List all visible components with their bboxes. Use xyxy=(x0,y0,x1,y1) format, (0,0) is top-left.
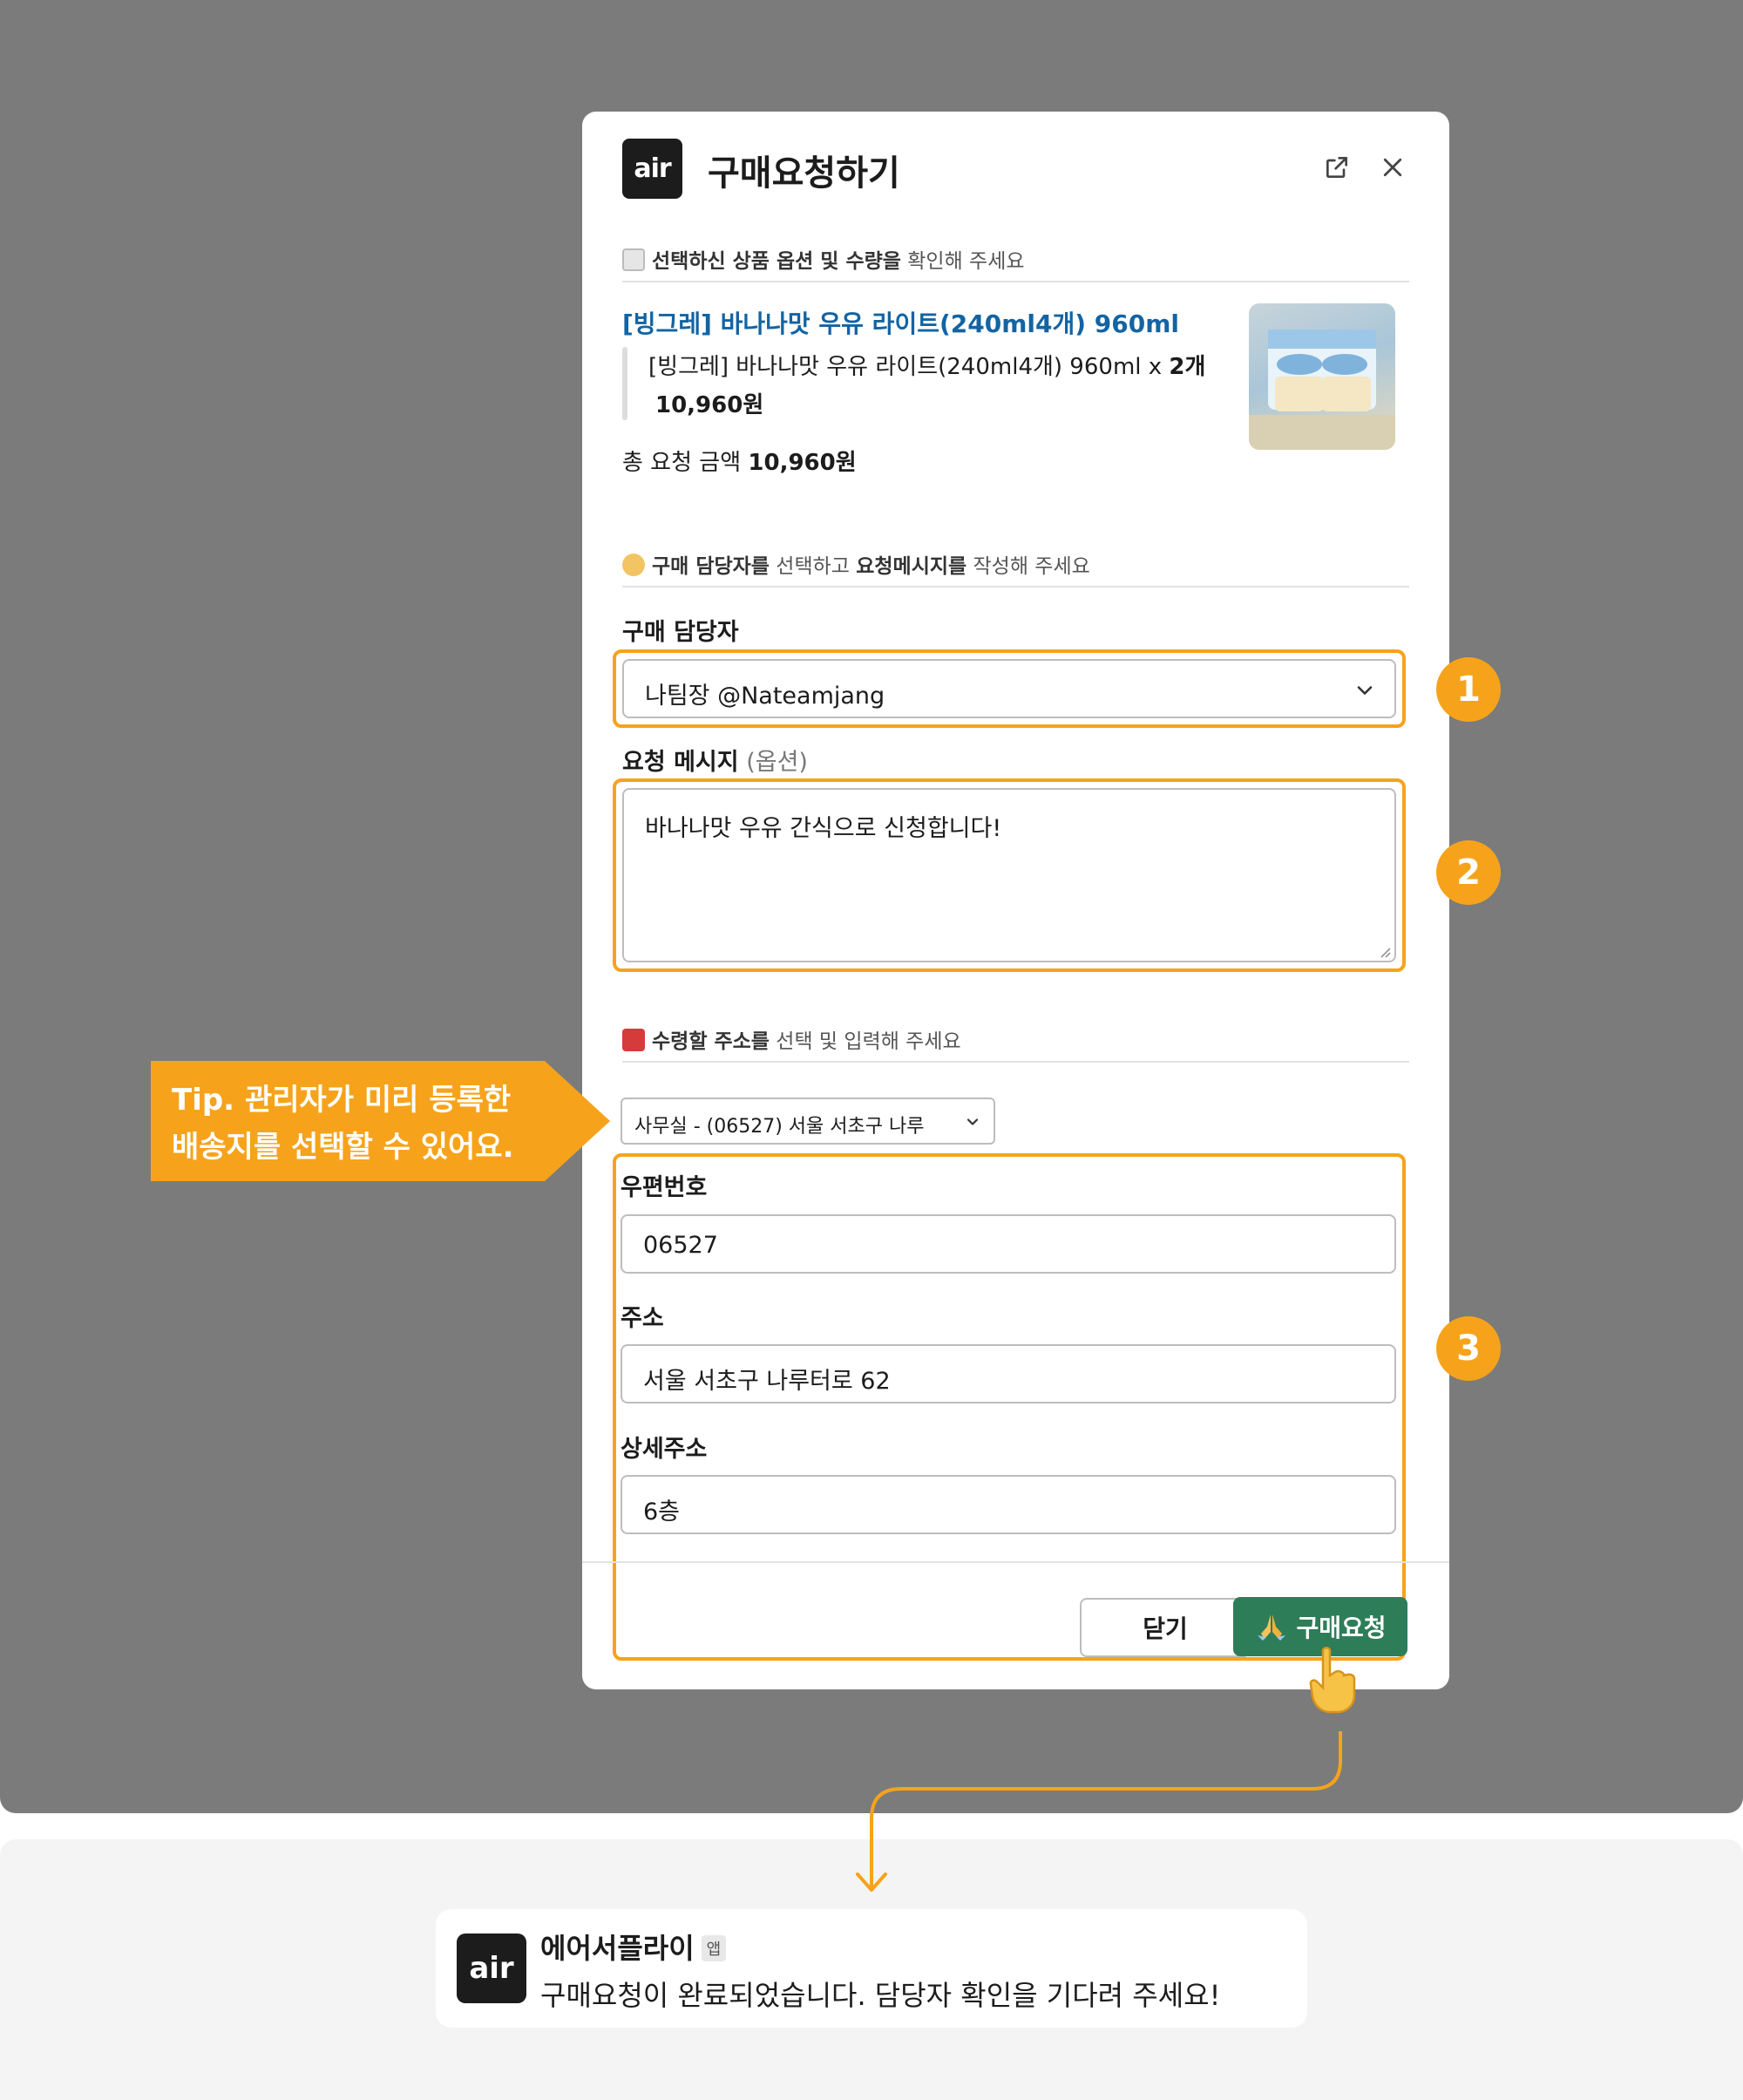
mailbox-icon xyxy=(622,1029,645,1051)
detail-address-label: 상세주소 xyxy=(621,1436,708,1463)
receipt-icon xyxy=(622,248,645,271)
product-image xyxy=(1249,303,1395,450)
tip-text: Tip. 관리자가 미리 등록한 배송지를 선택할 수 있어요. xyxy=(172,1083,514,1165)
step-badge-3: 3 xyxy=(1436,1316,1501,1381)
section-divider xyxy=(622,1061,1409,1063)
chevron-down-icon xyxy=(964,1113,981,1131)
total-amount: 총 요청 금액 10,960원 xyxy=(622,450,857,476)
praying-hands-icon xyxy=(1258,1614,1286,1641)
message-label: 요청 메시지 (옵션) xyxy=(622,749,808,776)
resize-handle-icon[interactable] xyxy=(1379,945,1391,958)
submit-label: 구매요청 xyxy=(1296,1614,1387,1642)
address-preset-select[interactable]: 사무실 - (06527) 서울 서초구 나루 xyxy=(621,1098,995,1145)
section-divider xyxy=(622,586,1409,588)
app-logo: air xyxy=(622,139,682,199)
modal-header: air 구매요청하기 xyxy=(582,112,1449,234)
close-button[interactable]: 닫기 xyxy=(1080,1598,1251,1657)
address-preset-value: 사무실 - (06527) 서울 서초구 나루 xyxy=(634,1116,925,1138)
footer-divider xyxy=(582,1561,1449,1563)
close-icon[interactable] xyxy=(1375,150,1410,185)
pointing-hand-icon xyxy=(1304,1646,1361,1716)
manager-select[interactable]: 나팀장 @Nateamjang xyxy=(622,659,1396,718)
zip-input[interactable]: 06527 xyxy=(621,1214,1396,1274)
step-badge-1: 1 xyxy=(1436,657,1501,722)
zip-input-value: 06527 xyxy=(643,1232,718,1259)
slack-notification: air 에어서플라이 앱 구매요청이 완료되었습니다. 담당자 확인을 기다려 주… xyxy=(436,1909,1307,2028)
app-logo: air xyxy=(457,1933,526,2003)
address-input[interactable]: 서울 서초구 나루터로 62 xyxy=(621,1344,1396,1403)
quote-bar xyxy=(622,347,627,420)
step-badge-2: 2 xyxy=(1436,840,1501,905)
chevron-down-icon xyxy=(1353,678,1377,703)
request-section-title: 구매 담당자를 선택하고 요청메시지를 작성해 주세요 xyxy=(622,549,1090,579)
sender-name: 에어서플라이 앱 xyxy=(540,1927,727,1967)
external-link-icon[interactable] xyxy=(1319,150,1354,185)
detail-address-input[interactable]: 6층 xyxy=(621,1475,1396,1534)
manager-label: 구매 담당자 xyxy=(622,619,739,646)
modal-title: 구매요청하기 xyxy=(708,153,900,194)
address-label: 주소 xyxy=(621,1305,664,1332)
detail-address-input-value: 6층 xyxy=(643,1499,681,1526)
address-section-title: 수령할 주소를 선택 및 입력해 주세요 xyxy=(622,1024,961,1054)
zip-label: 우편번호 xyxy=(621,1174,708,1201)
product-name-link[interactable]: [빙그레] 바나나맛 우유 라이트(240ml4개) 960ml xyxy=(622,305,1179,340)
message-textarea-value: 바나나맛 우유 간식으로 신청합니다! xyxy=(645,815,1002,842)
product-option-price: 10,960원 xyxy=(655,392,764,418)
product-section-title: 선택하신 상품 옵션 및 수량을 확인해 주세요 xyxy=(622,244,1025,274)
person-icon xyxy=(622,554,645,576)
app-tag: 앱 xyxy=(701,1935,727,1961)
section-divider xyxy=(622,281,1409,282)
tip-callout: Tip. 관리자가 미리 등록한 배송지를 선택할 수 있어요. xyxy=(151,1061,621,1181)
purchase-request-modal: air 구매요청하기 선택하신 상품 옵션 및 수량을 확인해 주세요 [빙그레… xyxy=(582,112,1449,1689)
manager-select-value: 나팀장 @Nateamjang xyxy=(645,683,885,710)
message-textarea[interactable]: 바나나맛 우유 간식으로 신청합니다! xyxy=(622,788,1396,962)
notification-message: 구매요청이 완료되었습니다. 담당자 확인을 기다려 주세요! xyxy=(540,1979,1221,2012)
product-option-line: [빙그레] 바나나맛 우유 라이트(240ml4개) 960ml x 2개 xyxy=(648,354,1206,380)
address-input-value: 서울 서초구 나루터로 62 xyxy=(643,1368,891,1395)
